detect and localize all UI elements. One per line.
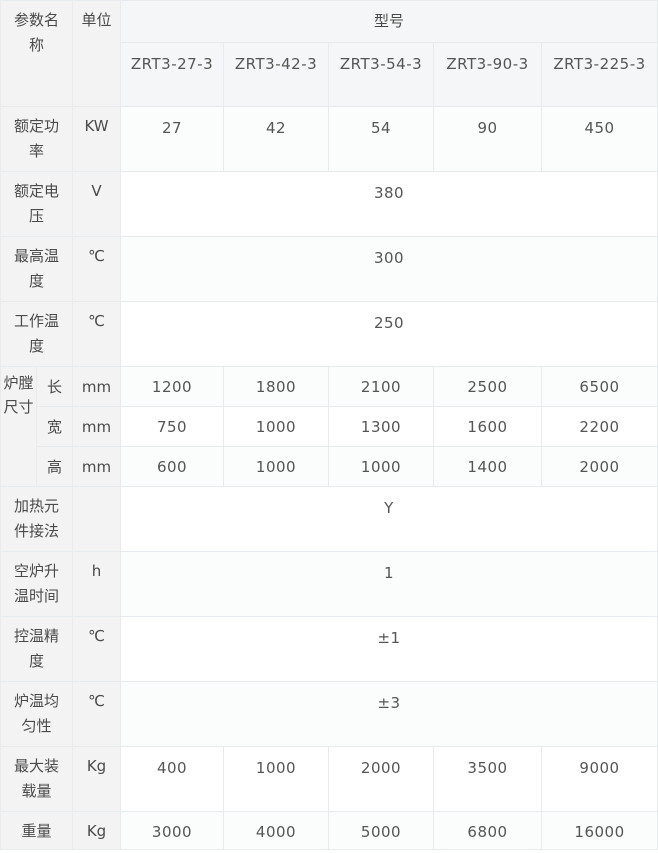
row-unit: mm xyxy=(72,446,122,487)
table-row-heating-connection: 加热元件接法 Y xyxy=(0,486,658,552)
model-header: ZRT3-90-3 xyxy=(433,42,543,107)
row-label: 额定功率 xyxy=(0,106,74,172)
table-row-temp-accuracy: 控温精度 ℃ ±1 xyxy=(0,616,658,682)
row-label: 最大装载量 xyxy=(0,746,74,812)
spec-table: 参数名称 单位 型号 ZRT3-27-3 ZRT3-42-3 ZRT3-54-3… xyxy=(0,0,658,850)
row-unit xyxy=(72,486,122,552)
cell-value-merged: 1 xyxy=(120,551,658,617)
cell-value-merged: 380 xyxy=(120,171,658,237)
cell-value: 2100 xyxy=(328,366,435,407)
header-model-group: 型号 xyxy=(120,0,658,43)
table-row-max-temp: 最高温度 ℃ 300 xyxy=(0,236,658,302)
row-unit: KW xyxy=(72,106,122,172)
cell-value: 27 xyxy=(120,106,225,172)
cell-value: 1000 xyxy=(223,406,330,447)
cell-value: 400 xyxy=(120,746,225,812)
table-row-chamber-length: 炉膛尺寸 长 mm 1200 1800 2100 2500 6500 xyxy=(0,366,658,487)
row-unit: mm xyxy=(72,366,122,407)
cell-value: 5000 xyxy=(328,811,435,850)
table-row-heatup-time: 空炉升温时间 h 1 xyxy=(0,551,658,617)
cell-value: 1000 xyxy=(223,746,330,812)
model-header: ZRT3-54-3 xyxy=(328,42,435,107)
row-unit: ℃ xyxy=(72,681,122,747)
row-unit: ℃ xyxy=(72,236,122,302)
cell-value: 2500 xyxy=(433,366,543,407)
row-unit: ℃ xyxy=(72,616,122,682)
table-row-weight: 重量 Kg 3000 4000 5000 6800 16000 xyxy=(0,811,658,850)
cell-value: 16000 xyxy=(541,811,658,850)
cell-value: 3000 xyxy=(120,811,225,850)
header-unit: 单位 xyxy=(72,0,122,107)
row-label: 炉温均匀性 xyxy=(0,681,74,747)
header-row: 参数名称 单位 型号 xyxy=(0,0,658,107)
cell-value: 2200 xyxy=(541,406,658,447)
cell-value: 90 xyxy=(433,106,543,172)
cell-value: 4000 xyxy=(223,811,330,850)
model-header: ZRT3-42-3 xyxy=(223,42,330,107)
cell-value-merged: 300 xyxy=(120,236,658,302)
cell-value: 54 xyxy=(328,106,435,172)
row-label: 空炉升温时间 xyxy=(0,551,74,617)
cell-value-merged: ±3 xyxy=(120,681,658,747)
cell-value: 1800 xyxy=(223,366,330,407)
table-row-chamber-width: 宽 mm 750 1000 1300 1600 2200 xyxy=(1,406,658,447)
row-label: 工作温度 xyxy=(0,301,74,367)
dim-label: 高 xyxy=(35,446,74,487)
cell-value: 9000 xyxy=(541,746,658,812)
cell-value-merged: 250 xyxy=(120,301,658,367)
cell-value: 1000 xyxy=(328,446,435,487)
model-header: ZRT3-27-3 xyxy=(120,42,225,107)
cell-value: 1000 xyxy=(223,446,330,487)
dim-label: 长 xyxy=(35,366,74,407)
cell-value: 750 xyxy=(120,406,225,447)
cell-value: 450 xyxy=(541,106,658,172)
row-label: 最高温度 xyxy=(0,236,74,302)
row-unit: mm xyxy=(72,406,122,447)
cell-value: 6500 xyxy=(541,366,658,407)
table-row-rated-voltage: 额定电压 V 380 xyxy=(0,171,658,237)
row-label: 额定电压 xyxy=(0,171,74,237)
row-unit: Kg xyxy=(72,746,122,812)
table-row-rated-power: 额定功率 KW 27 42 54 90 450 xyxy=(0,106,658,172)
cell-value: 1400 xyxy=(433,446,543,487)
cell-value: 1200 xyxy=(120,366,225,407)
row-unit: V xyxy=(72,171,122,237)
row-label: 控温精度 xyxy=(0,616,74,682)
table-row-max-load: 最大装载量 Kg 400 1000 2000 3500 9000 xyxy=(0,746,658,812)
cell-value: 3500 xyxy=(433,746,543,812)
cell-value: 2000 xyxy=(541,446,658,487)
cell-value: 600 xyxy=(120,446,225,487)
row-label-chamber-size: 炉膛尺寸 xyxy=(0,366,37,487)
row-label: 加热元件接法 xyxy=(0,486,74,552)
cell-value: 6800 xyxy=(433,811,543,850)
row-unit: ℃ xyxy=(72,301,122,367)
cell-value: 42 xyxy=(223,106,330,172)
cell-value-merged: Y xyxy=(120,486,658,552)
cell-value-merged: ±1 xyxy=(120,616,658,682)
cell-value: 2000 xyxy=(328,746,435,812)
table-row-temp-uniformity: 炉温均匀性 ℃ ±3 xyxy=(0,681,658,747)
table-row-chamber-height: 高 mm 600 1000 1000 1400 2000 xyxy=(1,446,658,487)
header-param-name: 参数名称 xyxy=(0,0,74,107)
table-row-work-temp: 工作温度 ℃ 250 xyxy=(0,301,658,367)
model-header: ZRT3-225-3 xyxy=(541,42,658,107)
dim-label: 宽 xyxy=(35,406,74,447)
row-unit: h xyxy=(72,551,122,617)
row-label: 重量 xyxy=(0,811,74,850)
cell-value: 1600 xyxy=(433,406,543,447)
cell-value: 1300 xyxy=(328,406,435,447)
row-unit: Kg xyxy=(72,811,122,850)
